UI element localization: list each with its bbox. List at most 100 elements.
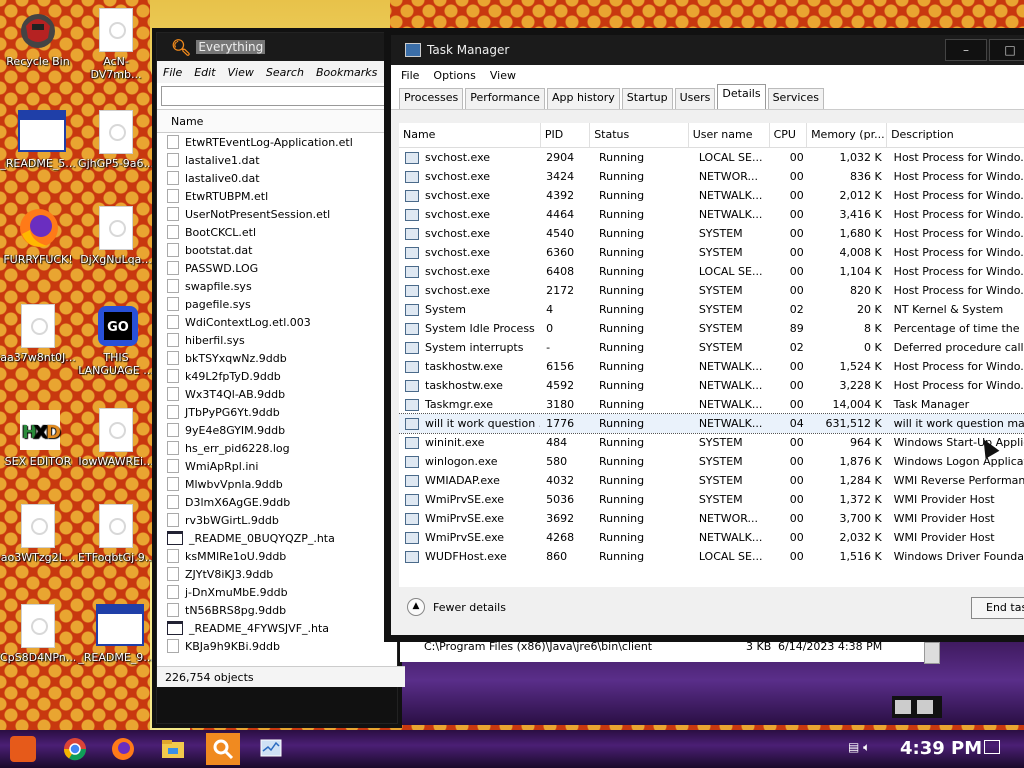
table-row[interactable]: taskhostw.exe 4592 Running NETWALK... 00 3,22… <box>399 376 1024 395</box>
desktop-icon-file[interactable]: ao3WTzg2L... <box>0 504 76 564</box>
file-list-item[interactable]: bootstat.dat <box>157 241 397 259</box>
table-row[interactable]: svchost.exe 2172 Running SYSTEM 00 820 K Host … <box>399 281 1024 300</box>
file-explorer-icon[interactable] <box>156 733 190 765</box>
file-list-item[interactable]: MlwbvVpnla.9ddb <box>157 475 397 493</box>
file-list-item[interactable]: EtwRTEventLog-Application.etl <box>157 133 397 151</box>
column-header-cpu[interactable]: CPU <box>770 123 808 147</box>
file-list-item[interactable]: hs_err_pid6228.log <box>157 439 397 457</box>
file-list-item[interactable]: lastalive0.dat <box>157 169 397 187</box>
desktop-icon-file[interactable]: CpS8D4NPn... <box>0 604 76 664</box>
network-icon[interactable]: ▤ <box>848 740 859 754</box>
volume-icon[interactable]: 🔈︎ <box>863 740 870 754</box>
table-row[interactable]: svchost.exe 4464 Running NETWALK... 00 3,416 … <box>399 205 1024 224</box>
desktop-icon-file[interactable]: GjhGP5-9a6... <box>78 110 154 170</box>
file-list-item[interactable]: ZJYtV8iKJ3.9ddb <box>157 565 397 583</box>
tab-startup[interactable]: Startup <box>621 88 673 109</box>
tab-app-history[interactable]: App history <box>546 88 620 109</box>
task-manager-window[interactable]: Task Manager – □ File Options View Proce… <box>390 34 1024 636</box>
desktop-icon-file[interactable]: DjXgNuLqa... <box>78 206 154 266</box>
file-list-item[interactable]: bkTSYxqwNz.9ddb <box>157 349 397 367</box>
column-header-memory[interactable]: Memory (pr... <box>807 123 888 147</box>
chevron-up-icon[interactable]: ▲ <box>407 598 425 616</box>
file-list-item[interactable]: k49L2fpTyD.9ddb <box>157 367 397 385</box>
minimize-button[interactable]: – <box>945 39 987 61</box>
table-row[interactable]: svchost.exe 4540 Running SYSTEM 00 1,680 K Hos… <box>399 224 1024 243</box>
tab-users[interactable]: Users <box>674 88 716 109</box>
file-list-item[interactable]: tN56BRS8pg.9ddb <box>157 601 397 619</box>
tab-processes[interactable]: Processes <box>399 88 464 109</box>
column-header-name[interactable]: Name <box>157 109 397 133</box>
table-row[interactable]: Taskmgr.exe 3180 Running NETWALK... 00 14,004… <box>399 395 1024 414</box>
file-list-item[interactable]: hiberfil.sys <box>157 331 397 349</box>
column-header-status[interactable]: Status <box>590 123 689 147</box>
desktop-icon-file[interactable]: AcN-DV7mb... <box>78 8 154 81</box>
search-input[interactable] <box>161 86 393 106</box>
file-list-item[interactable]: WmiApRpl.ini <box>157 457 397 475</box>
menu-file[interactable]: File <box>163 66 182 79</box>
maximize-button[interactable]: □ <box>989 39 1024 61</box>
file-list-item[interactable]: rv3bWGirtL.9ddb <box>157 511 397 529</box>
menu-edit[interactable]: Edit <box>194 66 215 79</box>
tab-details[interactable]: Details <box>717 84 766 109</box>
table-row[interactable]: WMIADAP.exe 4032 Running SYSTEM 00 1,284 K WMI… <box>399 471 1024 490</box>
desktop-icon-file[interactable]: IowWAWREi... <box>78 408 154 468</box>
table-row[interactable]: will it work question ... 1776 Running NETW… <box>399 413 1024 434</box>
desktop-icon-file[interactable]: aa37w8nt0J... <box>0 304 76 364</box>
menu-options[interactable]: Options <box>433 69 475 82</box>
task-manager-icon[interactable] <box>254 733 288 765</box>
file-list-item[interactable]: _README_0BUQYQZP_.hta <box>157 529 397 547</box>
table-row[interactable]: System interrupts - Running SYSTEM 02 0 K Defe… <box>399 338 1024 357</box>
taskbar-clock[interactable]: 4:39 PM <box>900 738 982 759</box>
desktop-icon-file[interactable]: ETFoqbtGj.9... <box>78 504 155 564</box>
file-list-item[interactable]: 9yE4e8GYIM.9ddb <box>157 421 397 439</box>
everything-details-row[interactable]: C:\Program Files (x86)\Java\jre6\bin\cli… <box>400 636 940 664</box>
table-row[interactable]: taskhostw.exe 6156 Running NETWALK... 00 1,52… <box>399 357 1024 376</box>
file-list-item[interactable]: Wx3T4Ql-AB.9ddb <box>157 385 397 403</box>
table-row[interactable]: svchost.exe 6408 Running LOCAL SE... 00 1,104… <box>399 262 1024 281</box>
everything-icon[interactable] <box>206 733 240 765</box>
desktop-icon-firefox[interactable]: FURRYFUCK! <box>0 206 76 266</box>
file-list-item[interactable]: lastalive1.dat <box>157 151 397 169</box>
table-row[interactable]: System 4 Running SYSTEM 02 20 K NT Kernel & Sy… <box>399 300 1024 319</box>
table-row[interactable]: WUDFHost.exe 860 Running LOCAL SE... 00 1,516… <box>399 547 1024 566</box>
firefox-icon[interactable] <box>106 733 140 765</box>
desktop-icon-hxd[interactable]: HXD SEX EDITOR <box>0 408 76 468</box>
table-row[interactable]: WmiPrvSE.exe 4268 Running NETWALK... 00 2,032… <box>399 528 1024 547</box>
table-row[interactable]: WmiPrvSE.exe 3692 Running NETWOR... 00 3,700 … <box>399 509 1024 528</box>
desktop-icon-recycle-bin[interactable]: Recycle Bin <box>0 8 76 68</box>
file-list-item[interactable]: PASSWD.LOG <box>157 259 397 277</box>
notification-icon[interactable] <box>984 740 1000 754</box>
end-task-button[interactable]: End task <box>971 597 1024 619</box>
task-manager-titlebar[interactable]: Task Manager – □ <box>391 35 1024 65</box>
table-row[interactable]: WmiPrvSE.exe 5036 Running SYSTEM 00 1,372 K WM… <box>399 490 1024 509</box>
table-row[interactable]: svchost.exe 2904 Running LOCAL SE... 00 1,032… <box>399 148 1024 167</box>
table-row[interactable]: svchost.exe 3424 Running NETWOR... 00 836 K Ho… <box>399 167 1024 186</box>
file-list-item[interactable]: JTbPyPG6Yt.9ddb <box>157 403 397 421</box>
desktop-icon-readme[interactable]: _README_9... <box>78 604 154 664</box>
column-header-name[interactable]: Name <box>399 123 541 147</box>
table-row[interactable]: svchost.exe 6360 Running SYSTEM 00 4,008 K Hos… <box>399 243 1024 262</box>
file-list-item[interactable]: EtwRTUBPM.etl <box>157 187 397 205</box>
file-list-item[interactable]: _README_4FYWSJVF_.hta <box>157 619 397 637</box>
table-row[interactable]: svchost.exe 4392 Running NETWALK... 00 2,012 … <box>399 186 1024 205</box>
file-list-item[interactable]: pagefile.sys <box>157 295 397 313</box>
menu-file[interactable]: File <box>401 69 419 82</box>
menu-search[interactable]: Search <box>266 66 304 79</box>
file-list-item[interactable]: ksMMlRe1oU.9ddb <box>157 547 397 565</box>
file-list-item[interactable]: WdiContextLog.etl.003 <box>157 313 397 331</box>
chrome-icon[interactable] <box>58 733 92 765</box>
file-list-item[interactable]: UserNotPresentSession.etl <box>157 205 397 223</box>
table-row[interactable]: winlogon.exe 580 Running SYSTEM 00 1,876 K Win… <box>399 452 1024 471</box>
start-icon[interactable] <box>10 736 36 762</box>
menu-view[interactable]: View <box>228 66 254 79</box>
file-list-item[interactable]: BootCKCL.etl <box>157 223 397 241</box>
column-header-user[interactable]: User name <box>689 123 770 147</box>
file-list-item[interactable]: KBJa9h9KBi.9ddb <box>157 637 397 655</box>
menu-view[interactable]: View <box>490 69 516 82</box>
table-row[interactable]: System Idle Process 0 Running SYSTEM 89 8 K Pe… <box>399 319 1024 338</box>
column-header-pid[interactable]: PID <box>541 123 591 147</box>
desktop-icon-goland[interactable]: GO THIS LANGUAGE ... <box>78 304 154 377</box>
tab-performance[interactable]: Performance <box>465 88 545 109</box>
file-list-item[interactable]: j-DnXmuMbE.9ddb <box>157 583 397 601</box>
everything-window[interactable]: 🔍︎ Everything File Edit View Search Book… <box>156 32 405 724</box>
